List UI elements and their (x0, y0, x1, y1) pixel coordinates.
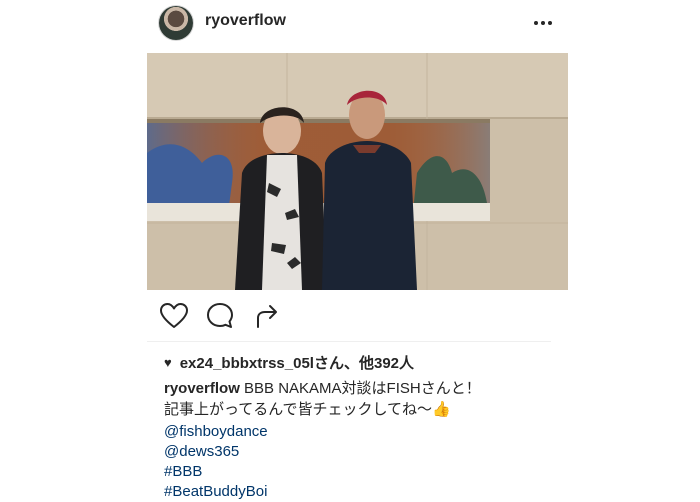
post-username[interactable]: ryoverflow (205, 12, 286, 30)
avatar[interactable] (159, 6, 193, 40)
comment-icon[interactable] (204, 300, 236, 332)
post-photo[interactable] (147, 53, 568, 290)
heart-filled-icon: ♥ (164, 355, 172, 370)
likes-row[interactable]: ♥ ex24_bbbxtrss_05lさん、他392人 (164, 352, 414, 373)
post-header: ryoverflow (0, 0, 700, 46)
hashtag-link[interactable]: #BBB (164, 462, 544, 482)
hashtag-link[interactable]: #BeatBuddyBoi (164, 482, 544, 502)
post-caption: ryoverflow BBB NAKAMA対談はFISHさんと！ 記事上がってる… (164, 378, 544, 420)
caption-line1: BBB NAKAMA対談はFISHさんと！ (239, 380, 481, 397)
caption-tags: @fishboydance @dews365 #BBB #BeatBuddyBo… (164, 422, 544, 502)
mention-link[interactable]: @dews365 (164, 442, 544, 462)
likes-text: ex24_bbbxtrss_05lさん、他392人 (179, 355, 414, 372)
caption-line2: 記事上がってるんで皆チェックしてね〜👍 (164, 401, 451, 418)
share-icon[interactable] (250, 300, 282, 332)
divider (147, 341, 551, 342)
action-bar (0, 296, 700, 336)
heart-outline-icon[interactable] (158, 300, 190, 332)
mention-link[interactable]: @fishboydance (164, 422, 544, 442)
more-icon[interactable] (530, 12, 556, 34)
caption-username[interactable]: ryoverflow (164, 380, 240, 397)
